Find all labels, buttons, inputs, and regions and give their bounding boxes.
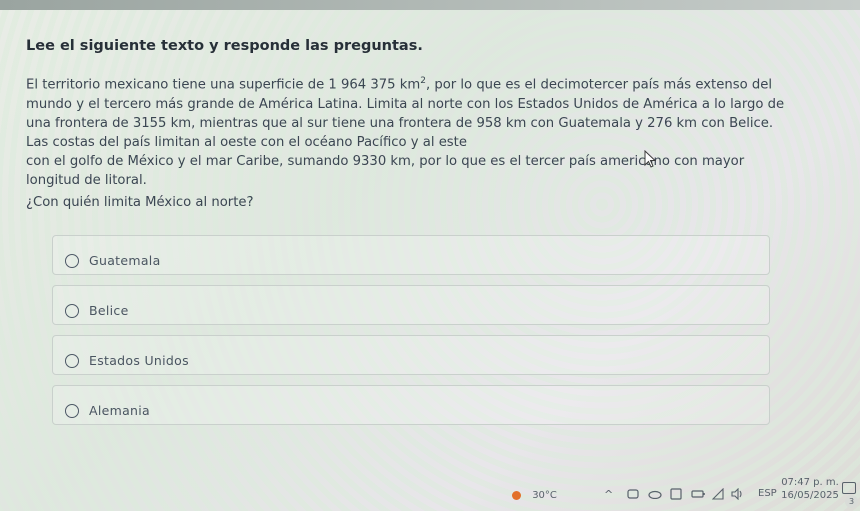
option-alemania[interactable]: Alemania — [52, 385, 770, 425]
option-label: Belice — [89, 303, 129, 318]
option-label: Estados Unidos — [89, 353, 189, 368]
instruction-heading: Lee el siguiente texto y responde las pr… — [26, 38, 423, 54]
radio-button[interactable] — [65, 254, 79, 268]
cloud-icon[interactable] — [648, 490, 662, 502]
notification-badge: 3 — [845, 495, 858, 508]
weather-widget[interactable]: 30°C — [512, 490, 557, 501]
clock-date: 16/05/2025 — [781, 490, 839, 501]
chevron-up-icon[interactable]: ^ — [604, 488, 613, 501]
onedrive-icon[interactable] — [627, 489, 639, 502]
notification-icon[interactable] — [842, 482, 856, 494]
option-estados-unidos[interactable]: Estados Unidos — [52, 335, 770, 375]
passage-text: El territorio mexicano tiene una superfi… — [26, 77, 421, 93]
app-tray-icon[interactable] — [670, 488, 682, 503]
passage-text: , por lo que es el decimotercer país más… — [425, 77, 772, 93]
option-belice[interactable]: Belice — [52, 285, 770, 325]
volume-icon[interactable] — [731, 487, 745, 503]
radio-button[interactable] — [65, 354, 79, 368]
radio-button[interactable] — [65, 404, 79, 418]
passage-line: mundo y el tercero más grande de América… — [26, 96, 785, 112]
option-label: Guatemala — [89, 253, 161, 268]
wifi-icon[interactable] — [711, 487, 724, 503]
passage-line: Las costas del país limitan al oeste con… — [26, 135, 467, 150]
clock[interactable]: 07:47 p. m. 16/05/2025 — [780, 476, 840, 502]
radio-button[interactable] — [65, 304, 79, 318]
window-top-bar — [0, 0, 860, 10]
mouse-cursor-icon — [644, 150, 657, 168]
passage-line: con el golfo de México y el mar Caribe, … — [26, 154, 745, 170]
temperature: 30°C — [532, 490, 557, 501]
language-indicator[interactable]: ESP — [758, 488, 777, 499]
passage-line: El territorio mexicano tiene una superfi… — [26, 72, 796, 95]
clock-time: 07:47 p. m. — [781, 477, 839, 488]
question-text: ¿Con quién limita México al norte? — [26, 194, 254, 210]
option-guatemala[interactable]: Guatemala — [52, 235, 770, 275]
battery-icon[interactable] — [691, 490, 705, 501]
quiz-content: Lee el siguiente texto y responde las pr… — [26, 38, 796, 210]
option-label: Alemania — [89, 403, 151, 418]
taskbar: 30°C ^ ESP 07:47 p. m. 16/05/2025 3 — [0, 476, 860, 511]
weather-icon — [512, 490, 521, 500]
reading-passage: El territorio mexicano tiene una superfi… — [26, 72, 796, 191]
answer-options: Guatemala Belice Estados Unidos Alemania — [52, 235, 770, 435]
passage-line: una frontera de 3155 km, mientras que al… — [26, 115, 774, 131]
passage-line: longitud de litoral. — [26, 173, 147, 189]
